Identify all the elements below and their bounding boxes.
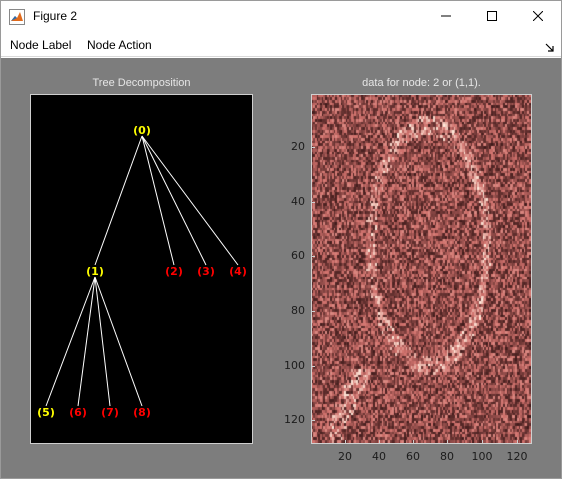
tree-edge (77, 276, 96, 407)
tree-node-1[interactable]: (1) (86, 265, 104, 278)
tree-node-6[interactable]: (6) (69, 406, 87, 419)
tree-node-4[interactable]: (4) (229, 265, 247, 278)
tree-edge (94, 135, 143, 266)
y-tick-mark (311, 256, 315, 257)
x-tick-mark (413, 440, 414, 444)
menu-bar: Node Label Node Action (1, 32, 561, 57)
image-axes-title: data for node: 2 or (1,1). (362, 77, 481, 89)
minimize-button[interactable] (423, 1, 469, 32)
minimize-icon (441, 8, 451, 26)
tree-edge (141, 135, 175, 266)
figure-window: Figure 2 Node Label Node Action Tree Dec… (0, 0, 562, 479)
x-tick-label: 80 (440, 450, 454, 463)
menu-node-action[interactable]: Node Action (87, 38, 152, 52)
coefficient-image (312, 95, 531, 443)
y-tick-label: 80 (291, 304, 305, 317)
y-tick-label: 40 (291, 195, 305, 208)
x-tick-mark (482, 440, 483, 444)
tree-plot: (0) (1) (2) (3) (4) (5) (6) (7) (8) (37, 124, 247, 419)
y-tick-label: 20 (291, 140, 305, 153)
dock-arrow-icon[interactable] (545, 40, 555, 52)
tree-node-8[interactable]: (8) (133, 406, 151, 419)
image-axes[interactable] (311, 94, 532, 444)
x-tick-label: 60 (406, 450, 420, 463)
y-tick-mark (311, 366, 315, 367)
x-tick-mark (447, 440, 448, 444)
y-tick-label: 120 (284, 413, 305, 426)
tree-node-2[interactable]: (2) (165, 265, 183, 278)
tree-node-0[interactable]: (0) (133, 124, 151, 137)
matlab-icon (9, 9, 25, 25)
x-tick-mark (345, 440, 346, 444)
tree-edge (45, 276, 96, 407)
figure-canvas: Tree Decomposition data for node: 2 or (… (1, 58, 561, 478)
x-tick-label: 40 (372, 450, 386, 463)
y-tick-label: 60 (291, 249, 305, 262)
x-tick-label: 20 (338, 450, 352, 463)
maximize-button[interactable] (469, 1, 515, 32)
x-tick-mark (379, 440, 380, 444)
tree-edge (141, 135, 207, 266)
window-title: Figure 2 (33, 9, 78, 23)
maximize-icon (487, 8, 497, 26)
y-tick-mark (311, 311, 315, 312)
x-tick-mark (517, 440, 518, 444)
y-tick-mark (311, 147, 315, 148)
tree-axes[interactable]: (0) (1) (2) (3) (4) (5) (6) (7) (8) (30, 94, 253, 444)
y-tick-mark (311, 420, 315, 421)
close-button[interactable] (515, 1, 561, 32)
y-tick-label: 100 (284, 359, 305, 372)
tree-axes-title: Tree Decomposition (92, 77, 191, 89)
title-bar[interactable]: Figure 2 (1, 1, 561, 32)
tree-node-3[interactable]: (3) (197, 265, 215, 278)
x-tick-label: 120 (506, 450, 528, 463)
menu-node-label[interactable]: Node Label (10, 38, 71, 52)
y-tick-mark (311, 202, 315, 203)
tree-node-7[interactable]: (7) (101, 406, 119, 419)
x-tick-label: 100 (471, 450, 493, 463)
tree-edge (141, 135, 239, 266)
tree-node-5[interactable]: (5) (37, 406, 55, 419)
close-icon (532, 8, 544, 26)
